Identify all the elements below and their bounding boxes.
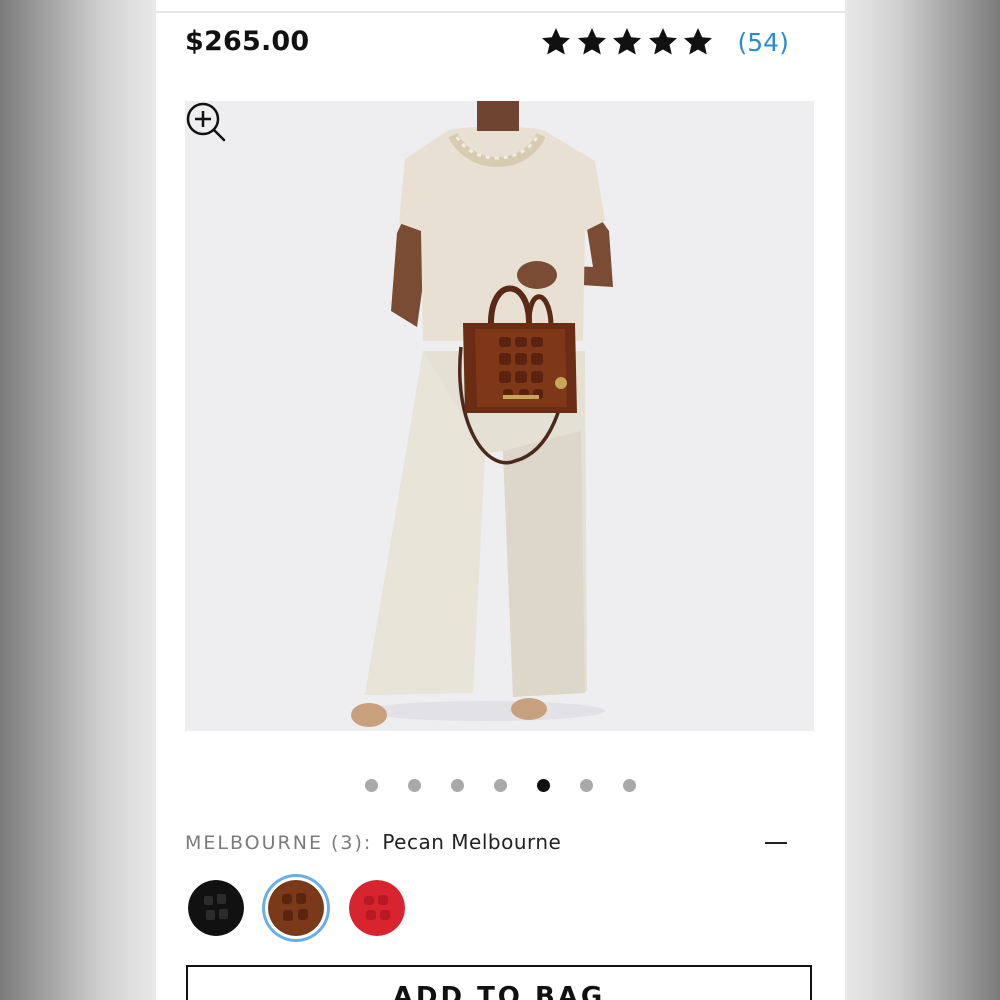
minus-icon[interactable] xyxy=(765,842,787,844)
product-page: $265.00 (54) MELBOURNE (3): Pecan Melbou… xyxy=(156,0,845,1000)
swatch-red[interactable] xyxy=(349,880,405,936)
product-image[interactable] xyxy=(185,101,814,731)
star-icon xyxy=(613,28,641,55)
gallery-pagination xyxy=(156,779,845,792)
gallery-dot[interactable] xyxy=(623,779,636,792)
gallery-dot[interactable] xyxy=(451,779,464,792)
rating-stars[interactable]: (54) xyxy=(540,26,789,58)
black-croc-swatch-image xyxy=(188,880,244,936)
gallery-dot[interactable] xyxy=(580,779,593,792)
model-holding-handbag-photo xyxy=(351,101,613,727)
star-icon xyxy=(577,28,606,55)
gallery-dot[interactable] xyxy=(365,779,378,792)
star-icon xyxy=(542,28,570,55)
star-icon xyxy=(684,28,712,55)
pecan-croc-swatch-image xyxy=(268,880,324,936)
swatch-pecan[interactable] xyxy=(268,880,324,936)
color-group-label: MELBOURNE (3): xyxy=(185,832,373,854)
gallery-dot-active[interactable] xyxy=(537,779,550,792)
add-to-bag-button[interactable]: ADD TO BAG xyxy=(186,965,812,1000)
product-price: $265.00 xyxy=(185,26,310,57)
gallery-dot[interactable] xyxy=(494,779,507,792)
color-selector-header: MELBOURNE (3): Pecan Melbourne xyxy=(185,830,561,854)
review-count-link[interactable]: (54) xyxy=(738,28,789,57)
gallery-dot[interactable] xyxy=(408,779,421,792)
swatch-black[interactable] xyxy=(188,880,244,936)
red-croc-swatch-image xyxy=(349,880,405,936)
zoom-in-icon[interactable] xyxy=(185,101,227,143)
selected-color-name: Pecan Melbourne xyxy=(382,830,562,854)
divider xyxy=(156,11,845,13)
star-icon xyxy=(648,28,677,55)
